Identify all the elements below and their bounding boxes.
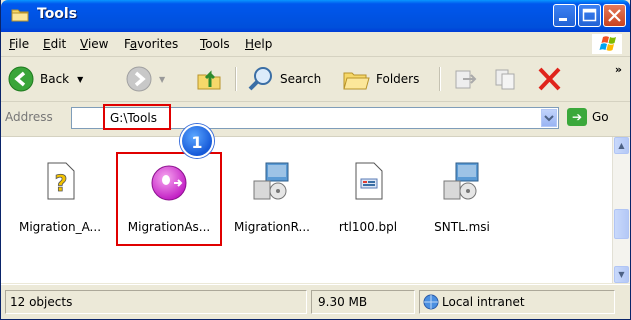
toolbar: Back ▼ ▼ Search Folders »	[1, 57, 630, 102]
back-arrow-icon	[8, 66, 34, 92]
explorer-window: Tools File Edit View Favorites Tools Hel…	[0, 0, 631, 320]
window-title: Tools	[37, 6, 78, 22]
maximize-button[interactable]	[578, 4, 601, 27]
file-item[interactable]: rtl100.bpl	[318, 157, 418, 234]
back-button[interactable]: Back ▼	[7, 63, 83, 95]
title-bar[interactable]: Tools	[1, 0, 630, 32]
folder-icon	[11, 9, 29, 22]
scroll-up-button[interactable]: ▲	[614, 137, 629, 154]
windows-logo-icon	[592, 34, 622, 54]
scroll-down-button[interactable]: ▼	[614, 266, 629, 283]
up-folder-icon	[197, 70, 221, 90]
address-dropdown-button[interactable]	[541, 109, 557, 127]
file-label: Migration_A...	[18, 220, 102, 234]
address-highlight-box	[103, 104, 171, 130]
menu-favorites[interactable]: Favorites	[124, 37, 178, 51]
forward-arrow-icon	[126, 66, 152, 92]
go-arrow-icon: ➔	[567, 108, 587, 126]
file-item[interactable]: SNTL.msi	[412, 157, 512, 234]
file-label: SNTL.msi	[434, 220, 490, 234]
installer-icon	[443, 162, 479, 200]
search-button[interactable]: Search	[247, 63, 321, 95]
minimize-button[interactable]	[553, 4, 576, 27]
step-callout-badge: 1	[180, 124, 214, 158]
address-bar: Address G:\Tools ➔ Go	[1, 102, 630, 137]
menu-edit[interactable]: Edit	[43, 37, 66, 51]
folders-button[interactable]: Folders	[341, 63, 419, 95]
library-icon	[355, 162, 383, 200]
status-object-count: 12 objects	[5, 290, 307, 314]
help-file-icon: ?	[47, 162, 75, 200]
address-label: Address	[5, 110, 53, 124]
close-icon	[608, 9, 621, 22]
menu-tools[interactable]: Tools	[200, 37, 230, 51]
toolbar-overflow-chevron[interactable]: »	[615, 63, 622, 76]
move-to-button[interactable]	[451, 63, 479, 95]
close-button[interactable]	[603, 4, 626, 27]
file-label: MigrationR...	[234, 220, 310, 234]
chevron-down-icon	[544, 115, 554, 122]
status-bar: 12 objects 9.30 MB Local intranet	[1, 284, 630, 319]
forward-dropdown-icon[interactable]: ▼	[159, 75, 165, 84]
file-list[interactable]: ? Migration_A... MigrationAs... Migratio…	[1, 137, 630, 283]
toolbar-separator	[235, 67, 236, 91]
file-item-highlighted[interactable]: MigrationAs...	[116, 152, 222, 246]
delete-button[interactable]	[535, 63, 563, 95]
menu-bar: File Edit View Favorites Tools Help	[1, 32, 630, 57]
vertical-scrollbar[interactable]: ▲ ▼	[612, 137, 630, 283]
menu-file[interactable]: File	[9, 37, 29, 51]
minimize-icon	[559, 18, 567, 21]
status-size: 9.30 MB	[311, 290, 415, 314]
file-highlight-box	[116, 152, 222, 246]
up-folder-button[interactable]	[195, 63, 223, 95]
status-zone: Local intranet	[419, 290, 615, 314]
menu-view[interactable]: View	[80, 37, 108, 51]
intranet-globe-icon	[423, 294, 439, 310]
copy-to-icon	[495, 69, 515, 90]
maximize-icon	[582, 8, 597, 22]
installer-icon	[253, 162, 289, 200]
toolbar-separator	[439, 67, 440, 91]
copy-to-button[interactable]	[493, 63, 521, 95]
back-dropdown-icon[interactable]: ▼	[77, 75, 83, 84]
forward-button[interactable]: ▼	[125, 63, 165, 95]
file-item[interactable]: ? Migration_A...	[10, 157, 110, 234]
search-icon	[248, 67, 272, 91]
folders-icon	[343, 72, 370, 90]
svg-text:?: ?	[55, 172, 68, 197]
delete-x-icon	[538, 67, 561, 91]
menu-help[interactable]: Help	[245, 37, 272, 51]
go-button[interactable]: ➔ Go	[567, 108, 609, 126]
file-label: rtl100.bpl	[338, 220, 398, 234]
scroll-thumb[interactable]	[614, 209, 629, 239]
move-to-icon	[455, 70, 477, 89]
file-item[interactable]: MigrationR...	[222, 157, 322, 234]
